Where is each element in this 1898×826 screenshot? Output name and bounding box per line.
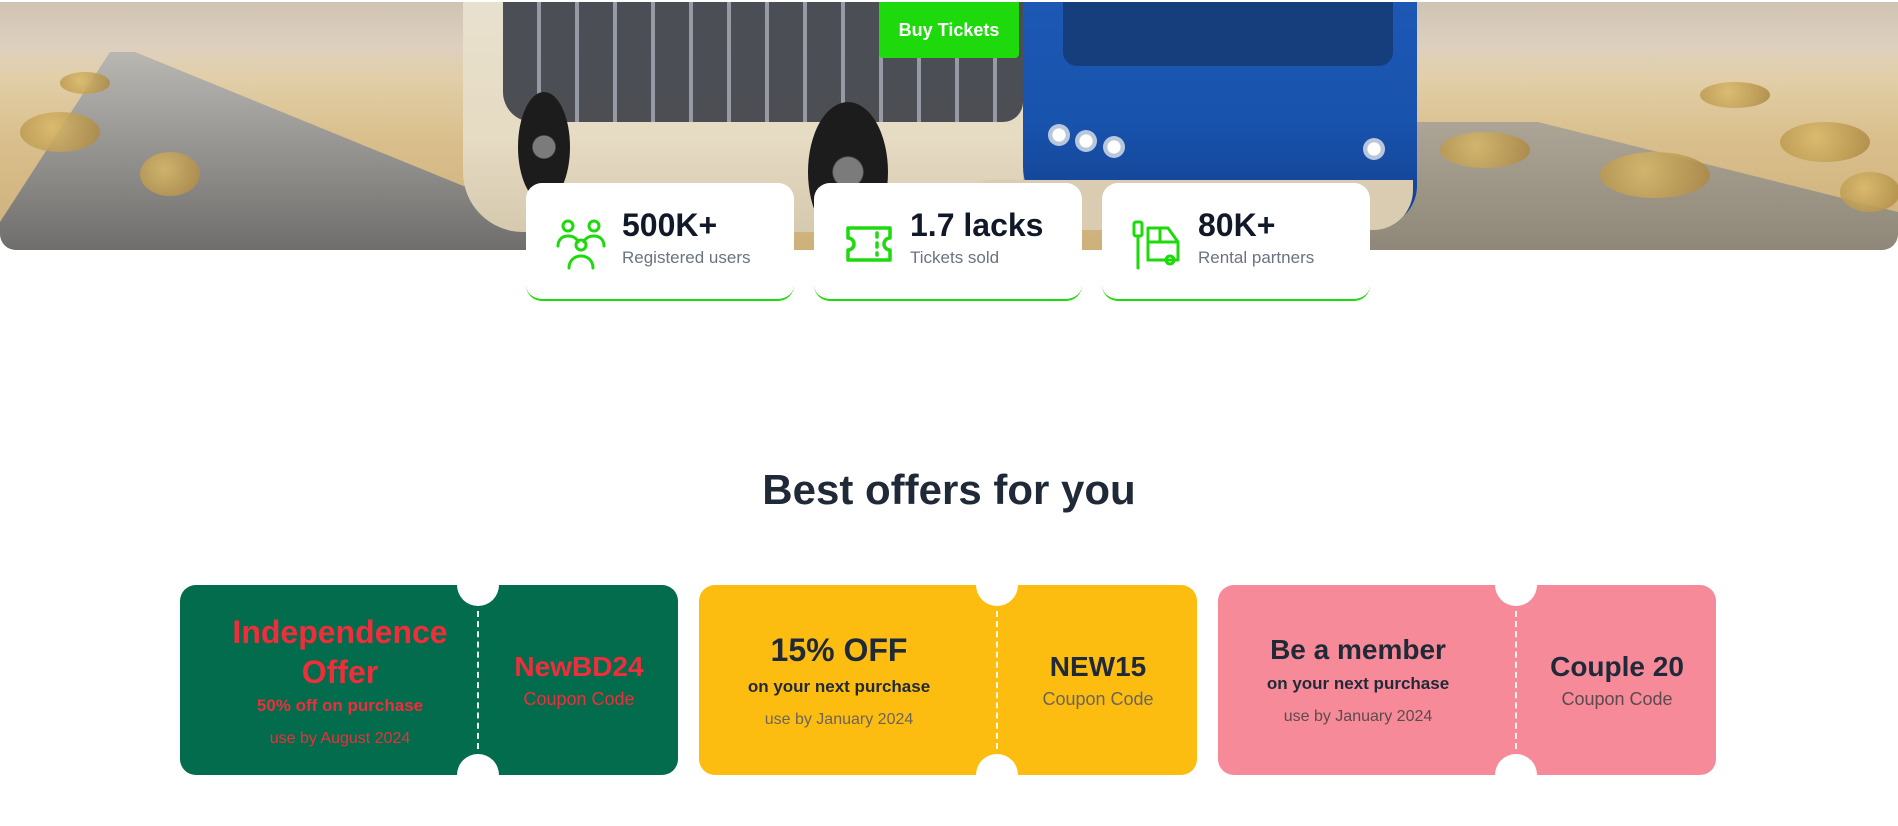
users-icon bbox=[556, 218, 606, 272]
coupon-divider bbox=[477, 611, 479, 749]
shrub bbox=[1780, 122, 1870, 162]
shrub bbox=[1600, 152, 1710, 198]
section-title: Best offers for you bbox=[762, 466, 1136, 513]
stat-label: Registered users bbox=[622, 248, 751, 267]
coupon-validity: use by August 2024 bbox=[269, 730, 411, 747]
coupon-validity: use by January 2024 bbox=[1283, 708, 1433, 725]
coupon-title: Independence Offer bbox=[232, 614, 448, 690]
coupon-code-label: Coupon Code bbox=[523, 688, 635, 709]
coupon-code: NEW15 bbox=[1049, 650, 1147, 682]
coupon-title: Be a member bbox=[1270, 634, 1446, 665]
stat-value: 500K+ bbox=[622, 207, 718, 243]
coupon-subtitle: on your next purchase bbox=[1266, 674, 1450, 693]
shrub bbox=[20, 112, 100, 152]
stat-card-partners: 80K+ Rental partners bbox=[1102, 183, 1370, 301]
coupon-divider bbox=[996, 611, 998, 749]
shrub bbox=[140, 152, 200, 196]
stat-value: 80K+ bbox=[1198, 207, 1276, 243]
coupon-card[interactable]: 15% OFF on your next purchase use by Jan… bbox=[699, 585, 1197, 775]
bus-stop-icon bbox=[1132, 218, 1182, 272]
stat-card-tickets: 1.7 lacks Tickets sold bbox=[814, 183, 1082, 301]
stat-label: Tickets sold bbox=[910, 248, 1000, 267]
coupon-title: 15% OFF bbox=[770, 631, 908, 668]
stat-label: Rental partners bbox=[1198, 248, 1315, 267]
coupon-card[interactable]: Be a member on your next purchase use by… bbox=[1218, 585, 1716, 775]
coupon-code-label: Coupon Code bbox=[1561, 688, 1673, 709]
coupon-card[interactable]: Independence Offer 50% off on purchase u… bbox=[180, 585, 678, 775]
coupon-divider bbox=[1515, 611, 1517, 749]
shrub bbox=[60, 72, 110, 94]
coupon-code: Couple 20 bbox=[1550, 650, 1684, 682]
coupon-subtitle: 50% off on purchase bbox=[256, 696, 424, 715]
shrub bbox=[1440, 132, 1530, 168]
stat-card-users: 500K+ Registered users bbox=[526, 183, 794, 301]
stat-value: 1.7 lacks bbox=[910, 207, 1044, 243]
coupon-subtitle: on your next purchase bbox=[747, 676, 931, 696]
shrub bbox=[1700, 82, 1770, 108]
coupon-code-label: Coupon Code bbox=[1042, 688, 1154, 709]
buy-tickets-button[interactable]: Buy Tickets bbox=[879, 2, 1019, 58]
ticket-icon bbox=[844, 218, 894, 272]
coupon-validity: use by January 2024 bbox=[764, 710, 914, 728]
shrub bbox=[1840, 172, 1898, 212]
coupon-code: NewBD24 bbox=[514, 650, 644, 682]
